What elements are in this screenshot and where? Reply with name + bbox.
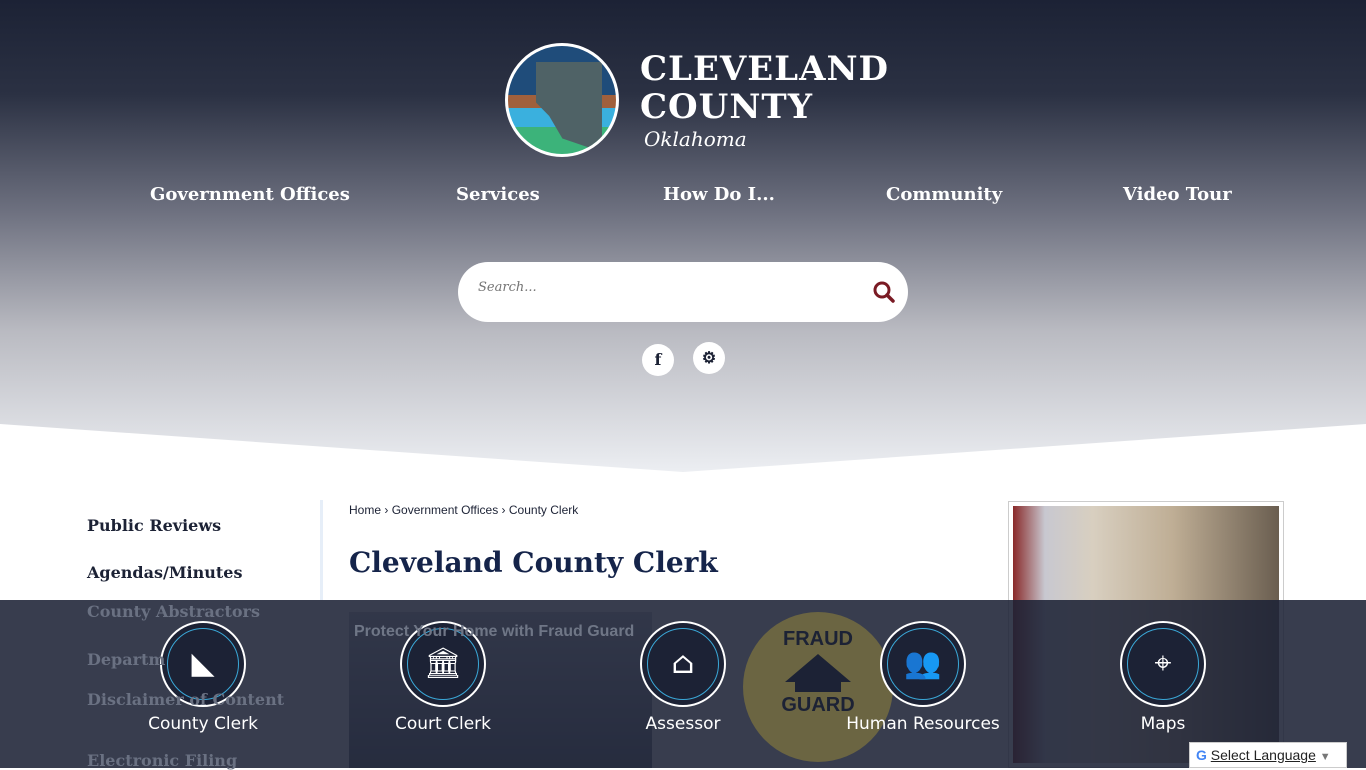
breadcrumb-section[interactable]: Government Offices: [392, 503, 499, 517]
settings-icon[interactable]: ⚙: [693, 342, 725, 374]
quick-link-label: County Clerk: [148, 714, 258, 734]
google-icon: G: [1196, 747, 1207, 763]
sidebar-item[interactable]: Departm: [87, 650, 165, 669]
breadcrumb-current: County Clerk: [508, 503, 579, 517]
brand-line1: CLEVELAND: [640, 49, 890, 89]
brand-sub: Oklahoma: [644, 127, 747, 151]
map-pin-icon: ⌖: [1154, 646, 1172, 681]
dropdown-arrow-icon: ▼: [1319, 751, 1331, 763]
search-box: [458, 262, 908, 322]
house-dollar-icon: ⌂: [671, 646, 695, 681]
quick-link-human-resources[interactable]: 👥 Human Resources: [833, 621, 1013, 734]
search-icon[interactable]: [872, 280, 896, 304]
quick-link-county-clerk[interactable]: ◣ County Clerk: [113, 621, 293, 734]
quick-link-label: Maps: [1140, 714, 1186, 734]
facebook-icon[interactable]: f: [642, 344, 674, 376]
divider: [320, 500, 323, 600]
county-logo[interactable]: [505, 43, 619, 157]
breadcrumb-sep: ›: [501, 503, 506, 517]
language-select[interactable]: G Select Language ▼: [1189, 742, 1347, 768]
breadcrumb: Home › Government Offices › County Clerk: [349, 503, 578, 517]
courthouse-icon: 🏛: [424, 646, 462, 681]
nav-video-tour[interactable]: Video Tour: [1123, 184, 1232, 205]
sidebar-item[interactable]: County Abstractors: [87, 602, 260, 621]
quick-link-maps[interactable]: ⌖ Maps: [1073, 621, 1253, 734]
quick-link-label: Court Clerk: [395, 714, 491, 734]
sidebar-item[interactable]: Public Reviews: [87, 516, 221, 535]
page-title: Cleveland County Clerk: [349, 546, 718, 579]
quick-link-label: Assessor: [645, 714, 721, 734]
nav-government-offices[interactable]: Government Offices: [150, 184, 350, 205]
search-input[interactable]: [478, 280, 858, 295]
nav-community[interactable]: Community: [886, 184, 1002, 205]
nav-services[interactable]: Services: [456, 184, 540, 205]
people-icon: 👥: [904, 646, 942, 681]
brand-line2: COUNTY: [640, 87, 813, 127]
language-label: Select Language: [1210, 747, 1316, 763]
breadcrumb-sep: ›: [384, 503, 389, 517]
sidebar-item[interactable]: Agendas/Minutes: [87, 563, 242, 582]
brand-name[interactable]: CLEVELAND COUNTY Oklahoma: [640, 50, 889, 152]
promo-text[interactable]: Protect Your Home with Fraud Guard: [354, 622, 634, 641]
sidebar-item[interactable]: Disclaimer of Content: [87, 690, 284, 709]
nav-how-do-i[interactable]: How Do I...: [663, 184, 775, 205]
sidebar-item[interactable]: Electronic Filing: [87, 751, 237, 770]
county-map-icon: ◣: [191, 646, 215, 681]
quick-link-label: Human Resources: [846, 714, 1000, 734]
breadcrumb-home[interactable]: Home: [349, 503, 381, 517]
